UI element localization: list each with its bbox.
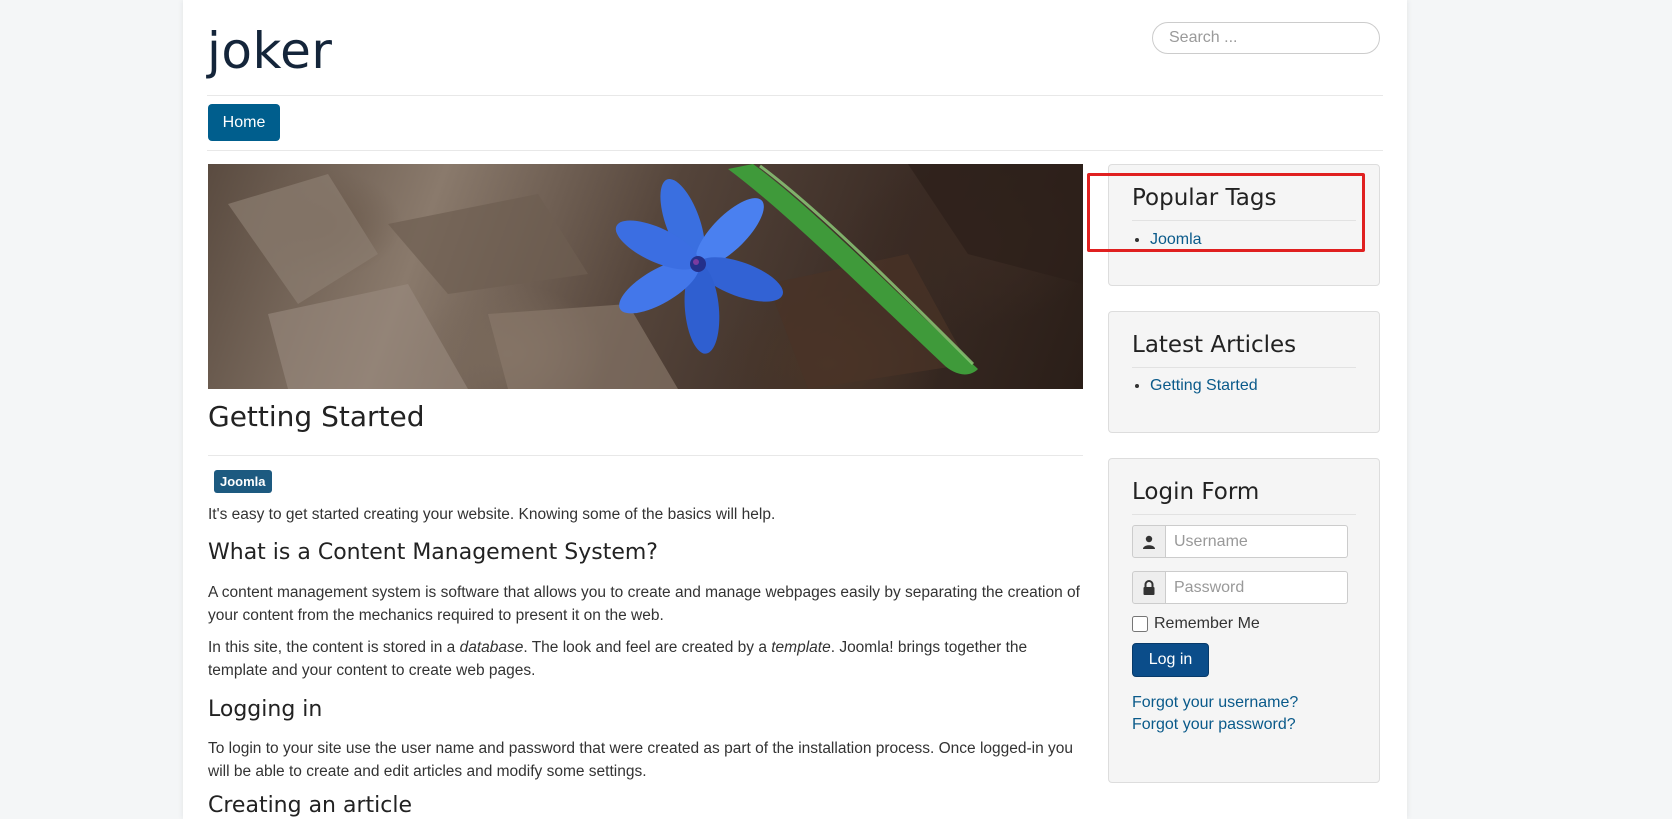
section-paragraph-cms-1: A content management system is software … <box>208 584 1080 624</box>
login-button[interactable]: Log in <box>1132 643 1209 677</box>
latest-articles-module: Latest Articles Getting Started <box>1108 311 1380 433</box>
flower-image <box>228 164 1083 389</box>
section-heading-create: Creating an article <box>208 793 413 818</box>
highlight-box <box>1087 173 1365 252</box>
username-group <box>1132 525 1348 558</box>
latest-articles-list: Getting Started <box>1132 375 1258 397</box>
section-paragraph-login: To login to your site use the user name … <box>208 740 1074 780</box>
search-input[interactable] <box>1152 22 1380 54</box>
forgot-password-link[interactable]: Forgot your password? <box>1132 716 1296 734</box>
section-paragraph-cms-2: In this site, the content is stored in a… <box>208 639 1028 679</box>
password-input[interactable] <box>1166 571 1348 604</box>
forgot-username-link[interactable]: Forgot your username? <box>1132 694 1298 712</box>
remember-me: Remember Me <box>1132 615 1260 633</box>
password-group <box>1132 571 1348 604</box>
article-tag-badge[interactable]: Joomla <box>214 470 272 493</box>
list-item: Getting Started <box>1150 375 1258 397</box>
lock-icon <box>1132 571 1166 604</box>
section-heading-cms: What is a Content Management System? <box>208 540 658 565</box>
latest-articles-rule <box>1132 367 1356 368</box>
page-container: joker Home <box>183 0 1407 819</box>
remember-me-checkbox[interactable] <box>1132 616 1148 632</box>
login-form-title: Login Form <box>1132 479 1260 505</box>
latest-article-link-getting-started[interactable]: Getting Started <box>1150 377 1258 394</box>
article-intro: It's easy to get started creating your w… <box>208 506 776 523</box>
article-title[interactable]: Getting Started <box>208 400 424 433</box>
login-form-rule <box>1132 514 1356 515</box>
article-title-divider <box>208 455 1083 456</box>
remember-me-label: Remember Me <box>1154 615 1260 632</box>
article-banner-image <box>208 164 1083 389</box>
nav-home-button[interactable]: Home <box>208 104 280 141</box>
section-heading-login: Logging in <box>208 697 323 722</box>
latest-articles-title: Latest Articles <box>1132 332 1297 358</box>
username-input[interactable] <box>1166 525 1348 558</box>
user-icon <box>1132 525 1166 558</box>
login-form-module: Login Form Remember Me Log in Forgot you… <box>1108 458 1380 783</box>
site-brand[interactable]: joker <box>207 22 332 80</box>
header-divider <box>207 95 1383 96</box>
nav-divider <box>207 150 1383 151</box>
